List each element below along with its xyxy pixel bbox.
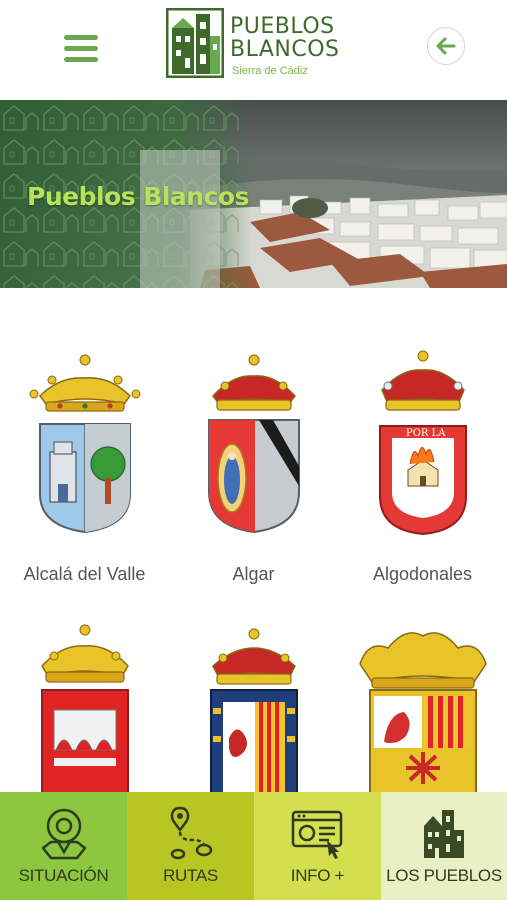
algodonales-coat-of-arms: POR LA	[378, 350, 467, 536]
hamburger-bar	[64, 46, 98, 51]
logo-subtitle: Sierra de Cádiz	[232, 65, 308, 77]
logo-title-line2: BLANCOS	[230, 37, 340, 62]
nav-situacion[interactable]: SITUACIÓN	[0, 792, 127, 900]
logo-village-icon	[166, 8, 224, 78]
banner-title: Pueblos Blancos	[27, 182, 249, 211]
arrow-left-icon	[436, 37, 456, 55]
nav-label: INFO +	[290, 866, 345, 885]
hamburger-bar	[64, 35, 98, 40]
hamburger-bar	[64, 57, 98, 62]
route-icon	[170, 806, 212, 860]
info-browser-icon	[291, 810, 342, 859]
back-button[interactable]	[427, 27, 465, 65]
crest-motto-text: POR LA	[406, 428, 446, 439]
menu-button[interactable]	[60, 32, 100, 64]
town-name: Alcalá del Valle	[23, 564, 146, 584]
nav-rutas[interactable]: RUTAS	[127, 792, 254, 900]
nav-label: SITUACIÓN	[18, 866, 109, 885]
towns-grid: Alcalá del Valle Algar POR LA Algodonale…	[0, 288, 507, 798]
map-pin-icon	[41, 808, 86, 860]
town-card-6[interactable]	[338, 618, 507, 808]
bottom-navigation: SITUACIÓN RUTAS INFO + LOS PUEBLOS	[0, 792, 507, 900]
nav-label: LOS PUEBLOS	[386, 866, 502, 885]
town-name: Algar	[232, 564, 275, 584]
alcala-coat-of-arms	[29, 354, 140, 534]
nav-los-pueblos[interactable]: LOS PUEBLOS	[381, 792, 507, 900]
app-header: PUEBLOS BLANCOS Sierra de Cádiz	[0, 0, 507, 100]
town-5-coat-of-arms	[209, 628, 298, 798]
town-6-coat-of-arms	[358, 632, 487, 798]
nav-label: RUTAS	[163, 866, 218, 885]
village-icon	[424, 810, 464, 858]
nav-info[interactable]: INFO +	[254, 792, 381, 900]
town-card-alcala-del-valle[interactable]: Alcalá del Valle	[0, 346, 169, 596]
town-card-4[interactable]	[0, 618, 169, 808]
hero-banner: Pueblos Blancos	[0, 100, 507, 288]
town-4-coat-of-arms	[40, 624, 129, 798]
app-logo: PUEBLOS BLANCOS Sierra de Cádiz	[166, 8, 366, 82]
town-card-algar[interactable]: Algar	[169, 346, 338, 596]
algar-coat-of-arms	[207, 354, 300, 534]
logo-title-line1: PUEBLOS	[230, 14, 335, 39]
town-card-5[interactable]	[169, 618, 338, 808]
town-card-algodonales[interactable]: POR LA Algodonales	[338, 346, 507, 596]
town-name: Algodonales	[372, 564, 473, 584]
